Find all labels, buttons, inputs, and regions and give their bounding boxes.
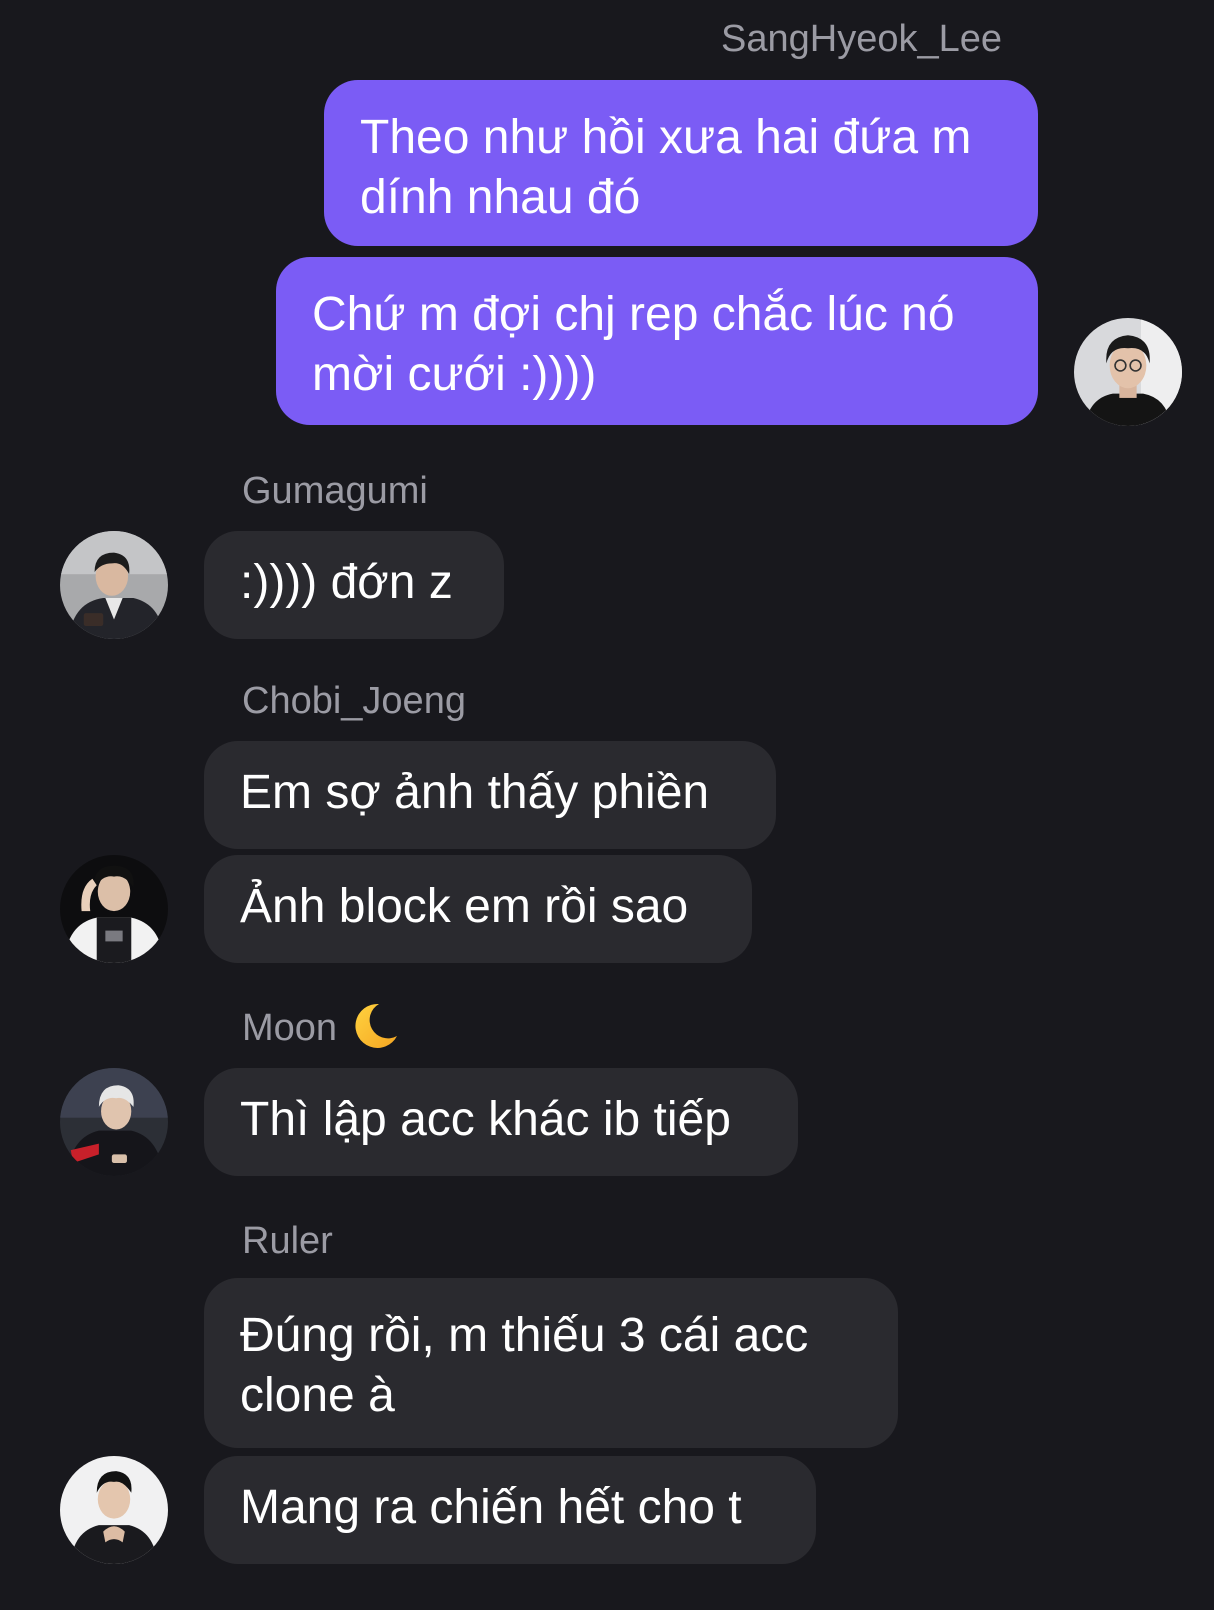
avatar-image [60, 531, 168, 639]
avatar-gumagumi[interactable] [60, 531, 168, 639]
message-bubble[interactable]: Đúng rồi, m thiếu 3 cái acc clone à [204, 1278, 898, 1448]
avatar-image [60, 855, 168, 963]
message-bubble[interactable]: Mang ra chiến hết cho t [204, 1456, 816, 1564]
message-bubble[interactable]: Ảnh block em rồi sao [204, 855, 752, 963]
sender-name-chobi: Chobi_Joeng [242, 680, 466, 722]
message-bubble[interactable]: Chứ m đợi chj rep chắc lúc nó mời cưới :… [276, 257, 1038, 425]
crescent-moon-icon [349, 1000, 401, 1052]
sender-name-moon: Moon [242, 1000, 401, 1052]
sender-name-gumagumi: Gumagumi [242, 470, 428, 512]
avatar-image [60, 1068, 168, 1176]
avatar-image [60, 1456, 168, 1564]
avatar-ruler[interactable] [60, 1456, 168, 1564]
message-bubble[interactable]: :)))) đớn z [204, 531, 504, 639]
sender-name-sanghyeok: SangHyeok_Lee [721, 18, 1002, 60]
sender-name-label: Moon [242, 1007, 338, 1049]
avatar-sanghyeok[interactable] [1074, 318, 1182, 426]
avatar-chobi[interactable] [60, 855, 168, 963]
message-bubble[interactable]: Thì lập acc khác ib tiếp [204, 1068, 798, 1176]
message-bubble[interactable]: Em sợ ảnh thấy phiền [204, 741, 776, 849]
sender-name-ruler: Ruler [242, 1220, 333, 1262]
avatar-image [1074, 318, 1182, 426]
message-bubble[interactable]: Theo như hồi xưa hai đứa m dính nhau đó [324, 80, 1038, 246]
avatar-moon[interactable] [60, 1068, 168, 1176]
chat-thread: SangHyeok_Lee Theo như hồi xưa hai đứa m… [0, 0, 1214, 1610]
